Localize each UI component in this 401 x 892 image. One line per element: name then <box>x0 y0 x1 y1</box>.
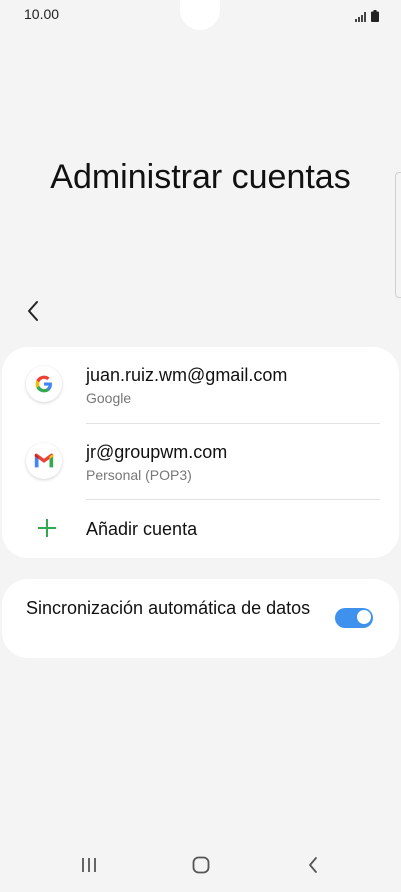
status-time: 10.00 <box>24 6 60 22</box>
sync-card[interactable]: Sincronización automática de datos <box>2 579 399 658</box>
back-button[interactable] <box>18 298 48 328</box>
plus-icon <box>35 516 59 540</box>
status-icons <box>355 9 379 27</box>
google-logo-icon <box>26 366 62 402</box>
back-icon <box>307 856 319 879</box>
signal-icon <box>355 9 367 27</box>
account-email: juan.ruiz.wm@gmail.com <box>86 365 288 385</box>
recents-icon <box>80 856 98 879</box>
account-email: jr@groupwm.com <box>86 442 228 462</box>
account-row-pop3[interactable]: jr@groupwm.com Personal (POP3) <box>2 424 399 500</box>
auto-sync-toggle[interactable] <box>335 608 373 628</box>
nav-back-button[interactable] <box>298 854 328 880</box>
gmail-logo-icon <box>26 443 62 479</box>
account-type: Google <box>86 390 132 406</box>
scroll-indicator[interactable] <box>395 172 401 298</box>
navigation-bar <box>0 840 401 892</box>
camera-notch <box>180 0 220 30</box>
battery-icon <box>371 9 379 27</box>
account-row-google[interactable]: juan.ruiz.wm@gmail.com Google <box>2 347 399 423</box>
page-title: Administrar cuentas <box>50 158 351 196</box>
home-icon <box>192 856 210 879</box>
home-button[interactable] <box>186 854 216 880</box>
add-account-label: Añadir cuenta <box>86 519 198 539</box>
recents-button[interactable] <box>74 854 104 880</box>
toggle-knob <box>356 609 372 625</box>
add-account-button[interactable]: Añadir cuenta <box>2 500 399 558</box>
chevron-left-icon <box>26 300 40 327</box>
accounts-card: juan.ruiz.wm@gmail.com Google jr@groupwm… <box>2 347 399 558</box>
status-bar: 10.00 <box>0 0 401 30</box>
account-type: Personal (POP3) <box>86 467 192 483</box>
auto-sync-label: Sincronización automática de datos <box>26 598 311 618</box>
